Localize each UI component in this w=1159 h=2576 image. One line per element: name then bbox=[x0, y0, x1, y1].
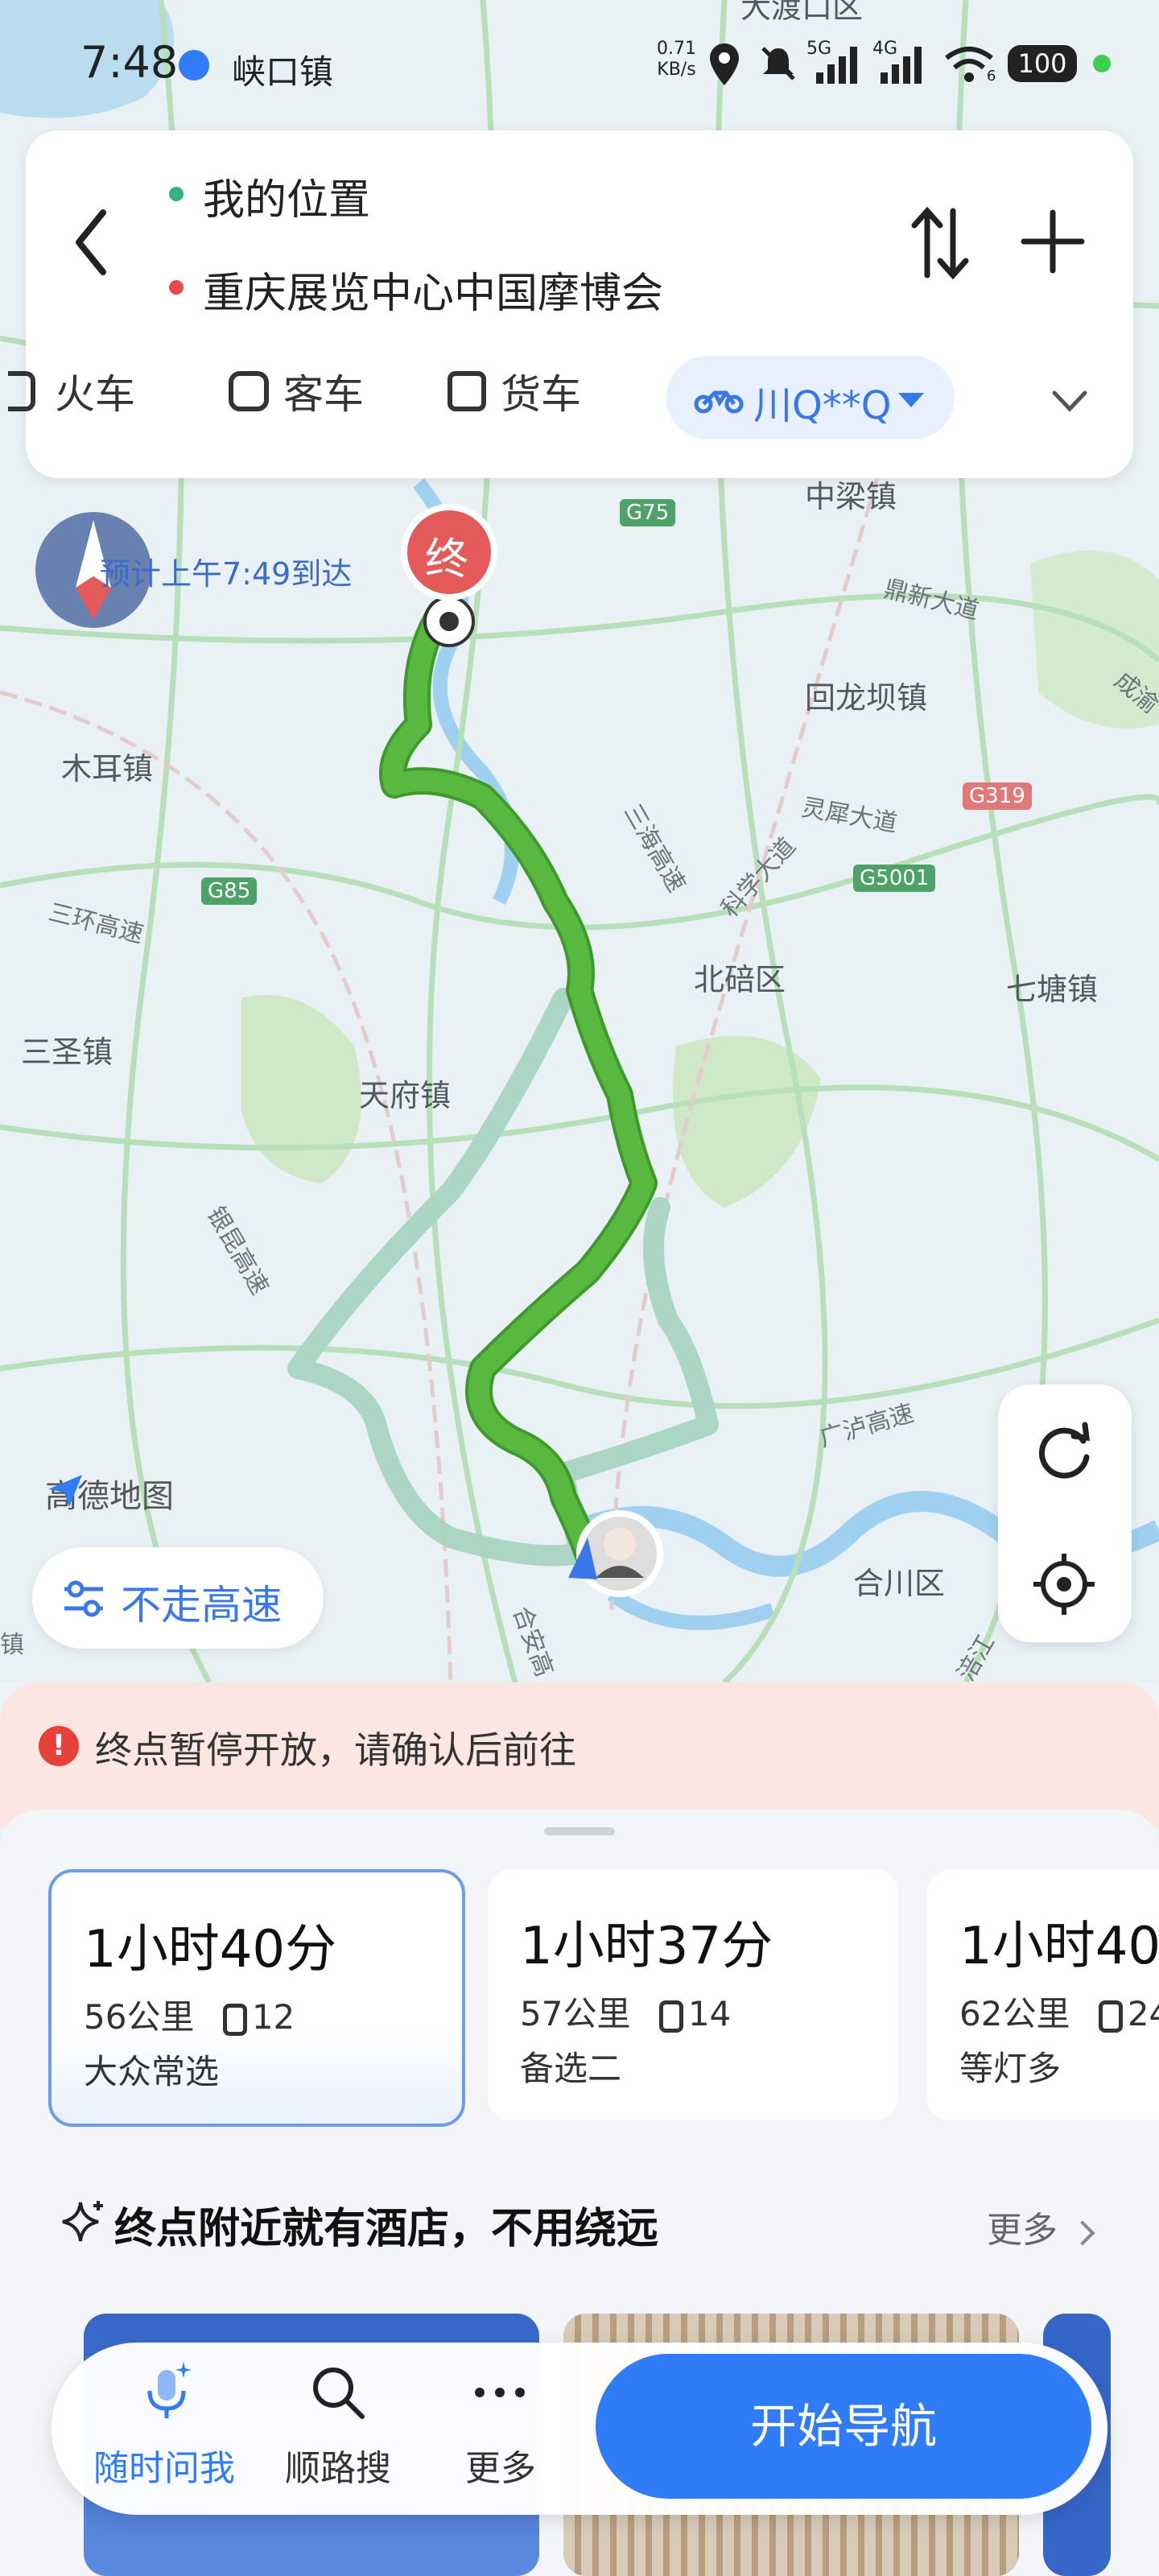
swap-icon[interactable] bbox=[909, 206, 971, 280]
net-speed-unit: KB/s bbox=[657, 60, 696, 80]
notice-text: 终点暂停开放，请确认后前往 bbox=[95, 1728, 576, 1772]
traffic-light-count: 24 bbox=[1127, 1994, 1159, 2033]
net-speed: 0.71 KB/s bbox=[657, 39, 696, 80]
mode-bus[interactable]: 客车 bbox=[229, 362, 364, 420]
map-label: 合川区 bbox=[853, 1566, 946, 1601]
search-icon[interactable] bbox=[309, 2363, 367, 2421]
signal-icon bbox=[881, 47, 922, 84]
map-label: 天府镇 bbox=[359, 1078, 452, 1113]
route-distance: 57公里 bbox=[520, 1994, 631, 2033]
amap-logo: 高德地图 bbox=[45, 1470, 174, 1517]
filter-icon bbox=[64, 1580, 103, 1617]
route-tag: 大众常选 bbox=[84, 2052, 220, 2091]
warning-icon: ! bbox=[39, 1726, 79, 1766]
route-tag: 等灯多 bbox=[959, 2049, 1062, 2088]
status-time: 7:48 bbox=[80, 37, 179, 88]
mode-bus-label: 客车 bbox=[283, 371, 364, 418]
caret-down-icon bbox=[898, 393, 924, 407]
hotel-more-link[interactable]: 更多 bbox=[987, 2201, 1095, 2252]
hotel-more-label: 更多 bbox=[987, 2210, 1058, 2251]
destination-dot bbox=[169, 280, 184, 295]
map-label: 回龙坝镇 bbox=[805, 680, 928, 716]
location-icon bbox=[710, 43, 739, 85]
more-label[interactable]: 更多 bbox=[465, 2439, 536, 2491]
route-duration: 1小时40分 bbox=[84, 1920, 337, 1979]
chevron-right-icon bbox=[1070, 2220, 1095, 2246]
destination-field[interactable]: 重庆展览中心中国摩博会 bbox=[203, 259, 663, 320]
voice-assistant-label[interactable]: 随时问我 bbox=[93, 2439, 235, 2491]
origin-field[interactable]: 我的位置 bbox=[203, 166, 370, 226]
voice-assistant-icon[interactable] bbox=[138, 2359, 195, 2423]
mode-train-label: 火车 bbox=[55, 371, 135, 418]
route-tag: 备选二 bbox=[520, 2049, 622, 2088]
charging-dot bbox=[1093, 55, 1111, 72]
mode-train[interactable]: 火车 bbox=[8, 362, 135, 420]
route-option-3-clip: 1小时40 62公里 24 等灯多 bbox=[927, 1869, 1159, 2120]
add-waypoint-icon[interactable] bbox=[1021, 209, 1085, 274]
refresh-icon[interactable] bbox=[1032, 1420, 1096, 1484]
hotel-section-title: 终点附近就有酒店，不用绕远 bbox=[114, 2205, 659, 2253]
route-option-2[interactable]: 1小时37分 57公里 14 备选二 bbox=[488, 1869, 898, 2120]
battery-indicator: 100 bbox=[1008, 45, 1077, 82]
motorcycle-icon bbox=[694, 390, 744, 414]
app-status-icon bbox=[179, 50, 209, 80]
sheet-drag-handle[interactable] bbox=[544, 1827, 615, 1835]
net-speed-value: 0.71 bbox=[657, 39, 696, 59]
map-label: 三圣镇 bbox=[21, 1034, 113, 1070]
start-navigation-button[interactable]: 开始导航 bbox=[596, 2354, 1091, 2499]
route-distance-row: 62公里 24 bbox=[959, 1987, 1159, 2036]
back-icon[interactable] bbox=[71, 206, 111, 279]
mode-truck-label: 货车 bbox=[501, 371, 581, 418]
vehicle-plate: 川Q**Q bbox=[753, 383, 892, 428]
highway-badge: G319 bbox=[963, 782, 1032, 810]
route-option-1[interactable]: 1小时40分 56公里 12 大众常选 bbox=[48, 1869, 465, 2127]
status-bar: 7:48 峡口镇 0.71 KB/s 5G 4G 6 100 bbox=[0, 0, 1159, 129]
map-label: 中梁镇 bbox=[805, 479, 897, 514]
mode-truck[interactable]: 货车 bbox=[448, 362, 581, 420]
status-location-text: 峡口镇 bbox=[232, 52, 334, 92]
train-icon bbox=[8, 371, 35, 411]
route-distance: 62公里 bbox=[959, 1994, 1070, 2033]
wifi-level: 6 bbox=[987, 68, 996, 85]
route-distance: 56公里 bbox=[84, 1997, 195, 2037]
origin-dot bbox=[169, 187, 184, 201]
route-duration: 1小时40 bbox=[959, 1917, 1159, 1976]
route-duration: 1小时37分 bbox=[520, 1917, 773, 1976]
map-label: 北碚区 bbox=[694, 962, 786, 997]
highway-badge: G5001 bbox=[853, 865, 936, 892]
traffic-light-icon bbox=[1098, 2000, 1123, 2033]
route-option-3[interactable]: 1小时40 62公里 24 等灯多 bbox=[927, 1869, 1159, 2120]
search-along-label[interactable]: 顺路搜 bbox=[285, 2439, 391, 2491]
eta-label: 预计上午7:49到达 bbox=[100, 556, 353, 592]
truck-icon bbox=[448, 371, 486, 411]
route-distance-row: 56公里 12 bbox=[84, 1990, 295, 2039]
signal-icon bbox=[816, 47, 857, 84]
end-marker-label: 终 bbox=[425, 534, 468, 584]
sparkle-icon bbox=[62, 2201, 103, 2242]
highway-badge: G75 bbox=[620, 499, 676, 526]
mute-icon bbox=[761, 47, 795, 80]
traffic-light-icon bbox=[658, 2000, 683, 2033]
traffic-light-count: 14 bbox=[687, 1994, 732, 2033]
avoid-highway-label: 不走高速 bbox=[121, 1582, 282, 1629]
traffic-light-icon bbox=[222, 2003, 247, 2036]
highway-badge: G85 bbox=[201, 877, 258, 905]
route-distance-row: 57公里 14 bbox=[520, 1987, 731, 2036]
amap-logo-icon bbox=[48, 1475, 82, 1507]
map-label: 木耳镇 bbox=[61, 751, 154, 786]
locate-icon[interactable] bbox=[1030, 1550, 1098, 1618]
map-label: 七塘镇 bbox=[1006, 972, 1099, 1007]
bus-icon bbox=[229, 371, 269, 411]
map-label: 镇 bbox=[0, 1631, 24, 1659]
more-icon[interactable] bbox=[472, 2384, 528, 2401]
traffic-light-count: 12 bbox=[251, 1997, 295, 2037]
chevron-down-icon[interactable] bbox=[1051, 390, 1088, 414]
